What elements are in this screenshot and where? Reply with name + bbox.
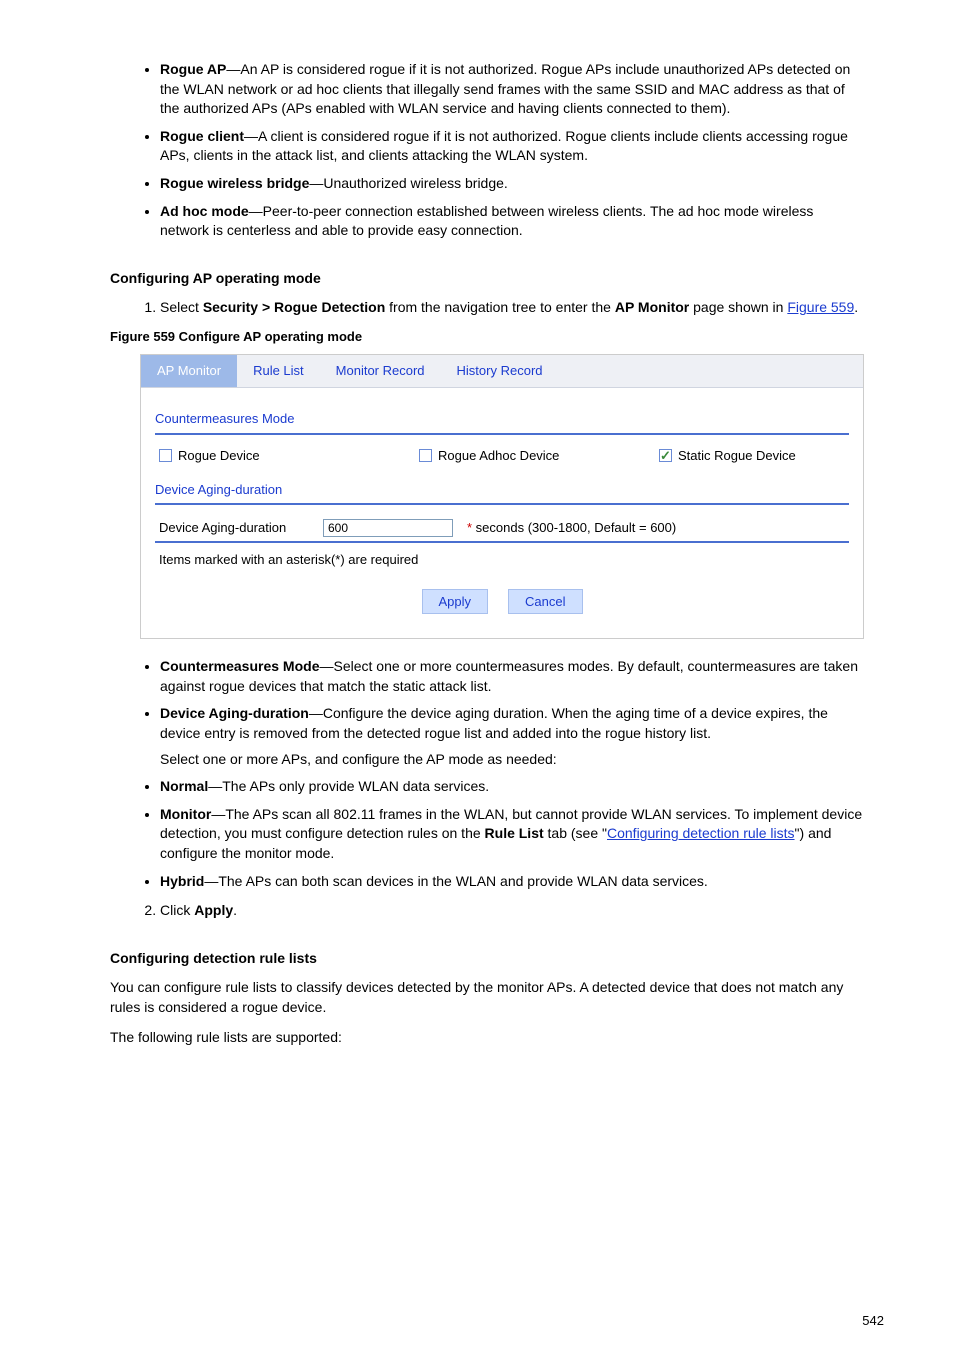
label-rogue-device: Rogue Device (178, 447, 260, 465)
link-config-detection-rules[interactable]: Configuring detection rule lists (607, 825, 795, 841)
label-aging: Device Aging-duration (159, 519, 309, 537)
bullet-countermeasures: Countermeasures Mode—Select one or more … (160, 657, 864, 696)
checkbox-rogue-device[interactable] (159, 449, 172, 462)
checkbox-static-rogue[interactable] (659, 449, 672, 462)
bullet-rogue-ap: Rogue AP—An AP is considered rogue if it… (160, 60, 864, 119)
checkbox-rogue-adhoc[interactable] (419, 449, 432, 462)
bullet-rogue-client: Rogue client—A client is considered rogu… (160, 127, 864, 166)
tab-monitor-record[interactable]: Monitor Record (320, 355, 441, 387)
rule-sub: The following rule lists are supported: (0, 1028, 954, 1048)
page-number: 542 (862, 1312, 884, 1330)
mid-bullet-list: Countermeasures Mode—Select one or more … (0, 657, 954, 891)
step-1: Select Security > Rogue Detection from t… (160, 298, 864, 318)
bullet-rogue-bridge: Rogue wireless bridge—Unauthorized wirel… (160, 174, 864, 194)
bullet-aging: Device Aging-duration—Configure the devi… (160, 704, 864, 769)
section-countermeasures: Countermeasures Mode (155, 408, 849, 434)
tab-ap-monitor[interactable]: AP Monitor (141, 355, 237, 387)
required-note: Items marked with an asterisk(*) are req… (155, 543, 849, 581)
bullet-hybrid: Hybrid—The APs can both scan devices in … (160, 872, 864, 892)
apply-button[interactable]: Apply (422, 589, 489, 614)
screenshot-ap-monitor: AP Monitor Rule List Monitor Record Hist… (140, 354, 864, 639)
figure-caption: Figure 559 Configure AP operating mode (110, 328, 954, 346)
label-static-rogue: Static Rogue Device (678, 447, 796, 465)
heading-config-rule-lists: Configuring detection rule lists (110, 949, 954, 969)
tab-history-record[interactable]: History Record (441, 355, 559, 387)
section-aging: Device Aging-duration (155, 479, 849, 505)
input-aging[interactable] (323, 519, 453, 537)
rule-para: You can configure rule lists to classify… (0, 978, 954, 1017)
cancel-button[interactable]: Cancel (508, 589, 582, 614)
heading-config-ap-mode: Configuring AP operating mode (110, 269, 954, 289)
bullet-normal: Normal—The APs only provide WLAN data se… (160, 777, 864, 797)
link-figure-559[interactable]: Figure 559 (787, 299, 854, 315)
label-rogue-adhoc: Rogue Adhoc Device (438, 447, 559, 465)
step-2: Click Apply. (160, 901, 864, 921)
bullet-adhoc: Ad hoc mode—Peer-to-peer connection esta… (160, 202, 864, 241)
tab-rule-list[interactable]: Rule List (237, 355, 320, 387)
top-bullet-list: Rogue AP—An AP is considered rogue if it… (0, 60, 954, 241)
bullet-monitor: Monitor—The APs scan all 802.11 frames i… (160, 805, 864, 864)
hint-aging: seconds (300-1800, Default = 600) (476, 520, 677, 535)
